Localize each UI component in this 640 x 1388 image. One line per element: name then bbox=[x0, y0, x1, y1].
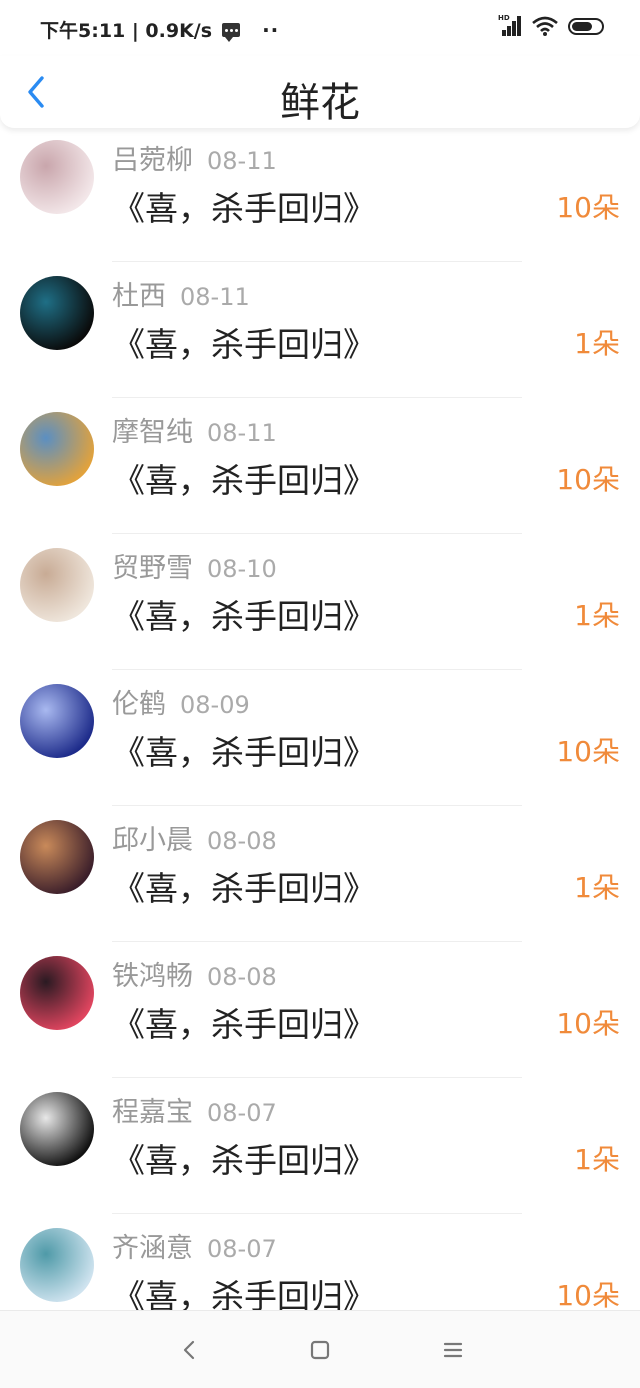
date: 08-08 bbox=[207, 963, 277, 991]
hd-badge: HD bbox=[498, 14, 510, 22]
flower-count: 10朵 bbox=[556, 1279, 620, 1310]
book-title: 《喜，杀手回归》 bbox=[112, 1005, 376, 1044]
nav-back-icon[interactable] bbox=[172, 1333, 206, 1367]
list-item[interactable]: 杜西 08-11 《喜，杀手回归》 1朵 bbox=[0, 262, 640, 398]
flower-count: 1朵 bbox=[574, 599, 620, 632]
avatar[interactable] bbox=[20, 548, 94, 622]
user-name: 杜西 bbox=[112, 281, 166, 312]
avatar[interactable] bbox=[20, 1228, 94, 1302]
flower-count: 10朵 bbox=[556, 463, 620, 496]
date: 08-08 bbox=[207, 827, 277, 855]
book-title: 《喜，杀手回归》 bbox=[112, 1141, 376, 1180]
user-name: 贸野雪 bbox=[112, 553, 193, 584]
flower-count: 10朵 bbox=[556, 191, 620, 224]
book-title: 《喜，杀手回归》 bbox=[112, 461, 376, 500]
user-name: 铁鸿畅 bbox=[112, 961, 193, 992]
flower-count: 1朵 bbox=[574, 327, 620, 360]
date: 08-11 bbox=[207, 419, 277, 447]
date: 08-07 bbox=[207, 1099, 277, 1127]
status-bar: 下午5:11 | 0.9K/s ·· HD bbox=[0, 0, 640, 56]
list-item[interactable]: 摩智纯 08-11 《喜，杀手回归》 10朵 bbox=[0, 398, 640, 534]
book-title: 《喜，杀手回归》 bbox=[112, 733, 376, 772]
user-name: 吕菀柳 bbox=[112, 145, 193, 176]
user-name: 程嘉宝 bbox=[112, 1097, 193, 1128]
status-dots: ·· bbox=[262, 17, 280, 42]
flower-count: 1朵 bbox=[574, 1143, 620, 1176]
avatar[interactable] bbox=[20, 412, 94, 486]
flower-count: 10朵 bbox=[556, 735, 620, 768]
battery-icon bbox=[568, 17, 604, 35]
list-item[interactable]: 齐涵意 08-07 《喜，杀手回归》 10朵 bbox=[0, 1214, 640, 1310]
book-title: 《喜，杀手回归》 bbox=[112, 325, 376, 364]
date: 08-11 bbox=[180, 283, 250, 311]
page-title: 鲜花 bbox=[280, 80, 360, 126]
avatar[interactable] bbox=[20, 820, 94, 894]
flower-count: 1朵 bbox=[574, 871, 620, 904]
flower-list: 吕菀柳 08-11 《喜，杀手回归》 10朵 杜西 08-11 《喜，杀手回归》 1… bbox=[0, 126, 640, 1310]
message-icon bbox=[222, 22, 241, 42]
avatar[interactable] bbox=[20, 140, 94, 214]
status-time-speed: 下午5:11 | 0.9K/s bbox=[40, 20, 213, 42]
list-item[interactable]: 伦鹤 08-09 《喜，杀手回归》 10朵 bbox=[0, 670, 640, 806]
signal-icon: HD bbox=[498, 14, 522, 36]
user-name: 摩智纯 bbox=[112, 417, 193, 448]
date: 08-11 bbox=[207, 147, 277, 175]
list-item[interactable]: 铁鸿畅 08-08 《喜，杀手回归》 10朵 bbox=[0, 942, 640, 1078]
date: 08-10 bbox=[207, 555, 277, 583]
book-title: 《喜，杀手回归》 bbox=[112, 189, 376, 228]
list-item[interactable]: 程嘉宝 08-07 《喜，杀手回归》 1朵 bbox=[0, 1078, 640, 1214]
avatar[interactable] bbox=[20, 684, 94, 758]
status-right: HD bbox=[498, 14, 604, 36]
system-nav-bar bbox=[0, 1310, 640, 1388]
app-header: 鲜花 bbox=[0, 56, 640, 128]
book-title: 《喜，杀手回归》 bbox=[112, 597, 376, 636]
avatar[interactable] bbox=[20, 276, 94, 350]
user-name: 邱小晨 bbox=[112, 825, 193, 856]
book-title: 《喜，杀手回归》 bbox=[112, 1277, 376, 1310]
avatar[interactable] bbox=[20, 1092, 94, 1166]
date: 08-09 bbox=[180, 691, 250, 719]
status-left: 下午5:11 | 0.9K/s ·· bbox=[40, 16, 279, 43]
nav-menu-icon[interactable] bbox=[436, 1333, 470, 1367]
list-item[interactable]: 吕菀柳 08-11 《喜，杀手回归》 10朵 bbox=[0, 126, 640, 262]
date: 08-07 bbox=[207, 1235, 277, 1263]
list-item[interactable]: 邱小晨 08-08 《喜，杀手回归》 1朵 bbox=[0, 806, 640, 942]
flower-count: 10朵 bbox=[556, 1007, 620, 1040]
book-title: 《喜，杀手回归》 bbox=[112, 869, 376, 908]
avatar[interactable] bbox=[20, 956, 94, 1030]
wifi-icon bbox=[532, 16, 558, 36]
nav-home-icon[interactable] bbox=[303, 1333, 337, 1367]
user-name: 伦鹤 bbox=[112, 689, 166, 720]
list-item[interactable]: 贸野雪 08-10 《喜，杀手回归》 1朵 bbox=[0, 534, 640, 670]
user-name: 齐涵意 bbox=[112, 1233, 193, 1264]
